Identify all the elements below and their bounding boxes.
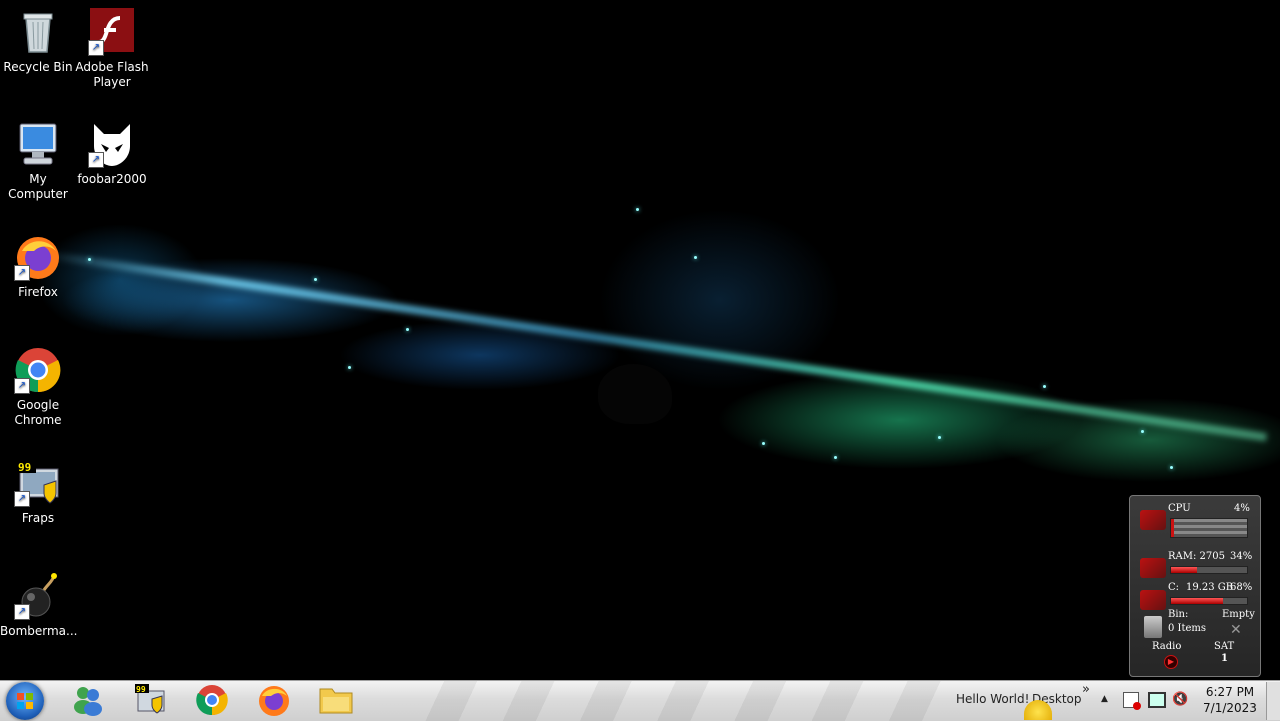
shortcut-arrow-icon: ↗ xyxy=(14,491,30,507)
desktop-icon-my-computer[interactable]: My Computer xyxy=(0,120,76,202)
show-desktop-button[interactable] xyxy=(1266,682,1280,720)
disk-fill xyxy=(1171,598,1223,604)
bin-status: Empty xyxy=(1222,609,1255,620)
cpu-icon xyxy=(1140,510,1166,530)
cpu-value: 4% xyxy=(1234,503,1250,514)
star xyxy=(1043,385,1046,388)
desktop-icon-firefox[interactable]: ↗ Firefox xyxy=(0,233,76,300)
desktop-icon-google-chrome[interactable]: ↗ Google Chrome xyxy=(0,346,76,428)
desktop-icon-bomberman[interactable]: ↗ Bomberma... xyxy=(0,572,78,639)
cpu-graph xyxy=(1170,518,1248,538)
star xyxy=(1141,430,1144,433)
empty-bin-icon[interactable]: ✕ xyxy=(1230,622,1242,638)
volume-muted-icon[interactable]: 🔇 xyxy=(1172,692,1188,707)
desktop-icon-label: Bomberma... xyxy=(0,624,78,638)
desktop-icon-label: Fraps xyxy=(21,511,55,525)
chrome-icon: ↗ xyxy=(14,346,62,394)
svg-text:99: 99 xyxy=(18,461,31,474)
windows-logo-icon xyxy=(17,693,33,709)
taskbar-firefox-button[interactable] xyxy=(254,683,294,717)
chrome-icon xyxy=(196,685,228,716)
ram-icon xyxy=(1140,558,1166,578)
foobar-icon: ↗ xyxy=(88,120,136,168)
folder-icon xyxy=(319,688,353,714)
recycle-bin-icon xyxy=(1144,616,1162,638)
flash-player-icon: ↗ xyxy=(88,8,136,56)
shortcut-arrow-icon: ↗ xyxy=(14,378,30,394)
network-icon[interactable] xyxy=(1148,692,1166,708)
action-center-icon[interactable] xyxy=(1123,692,1141,710)
desktop-icon-recycle-bin[interactable]: Recycle Bin xyxy=(0,8,76,75)
desktop-icon-label-2: Player xyxy=(93,75,131,89)
star xyxy=(88,258,91,261)
desktop-icon-label: Google xyxy=(16,398,60,412)
taskbar-clock[interactable]: 6:27 PM 7/1/2023 xyxy=(1200,684,1260,716)
desktop-icon-label: Adobe Flash xyxy=(75,60,149,74)
disk-icon xyxy=(1140,590,1166,610)
star xyxy=(762,442,765,445)
taskbar-chrome-button[interactable] xyxy=(192,683,232,717)
date-number: 1 xyxy=(1221,653,1228,664)
hello-world-toolbar[interactable]: Hello World! xyxy=(956,692,1029,706)
start-button[interactable] xyxy=(6,682,44,720)
ram-label: RAM: 2705 xyxy=(1168,551,1225,562)
day-label: SAT xyxy=(1214,641,1235,652)
clock-time: 6:27 PM xyxy=(1205,685,1255,699)
desktop-icon-label: foobar2000 xyxy=(77,172,147,186)
desktop-icon-flash-player[interactable]: ↗ Adobe Flash Player xyxy=(74,8,150,90)
desktop-icon-label: Recycle Bin xyxy=(3,60,73,74)
shortcut-arrow-icon: ↗ xyxy=(88,152,104,168)
disk-size: 19.23 GB xyxy=(1186,582,1234,593)
clock-date: 7/1/2023 xyxy=(1203,701,1257,715)
star xyxy=(1170,466,1173,469)
desktop-icon-fraps[interactable]: 99 ↗ Fraps xyxy=(0,459,76,526)
recycle-bin-icon xyxy=(14,8,62,56)
taskbar-explorer-button[interactable] xyxy=(316,683,356,717)
svg-text:99: 99 xyxy=(136,685,146,694)
cpu-label: CPU xyxy=(1168,503,1191,514)
ram-value: 34% xyxy=(1230,551,1253,562)
disk-label: C: xyxy=(1168,582,1180,593)
shortcut-arrow-icon: ↗ xyxy=(14,265,30,281)
taskbar-messenger-button[interactable] xyxy=(68,683,108,717)
ram-fill xyxy=(1171,567,1197,573)
star xyxy=(938,436,941,439)
firefox-icon xyxy=(259,686,289,716)
shortcut-arrow-icon: ↗ xyxy=(88,40,104,56)
radio-label: Radio xyxy=(1152,641,1182,652)
fraps-icon: 99 ↗ xyxy=(14,459,62,507)
smiley-icon xyxy=(1024,700,1052,720)
desktop-icon-foobar2000[interactable]: ↗ foobar2000 xyxy=(74,120,150,187)
firefox-icon: ↗ xyxy=(14,233,62,281)
desktop-icon-label: My xyxy=(29,172,47,186)
show-hidden-icons-icon[interactable]: ▲ xyxy=(1101,694,1108,704)
disk-value: 68% xyxy=(1230,582,1253,593)
fraps-icon: 99 xyxy=(135,684,165,714)
star xyxy=(834,456,837,459)
cpu-fill xyxy=(1171,519,1175,537)
bin-items: 0 Items xyxy=(1168,623,1207,634)
messenger-icon xyxy=(74,687,102,716)
desktop-icon-label: Firefox xyxy=(18,285,58,299)
star xyxy=(406,328,409,331)
play-icon[interactable]: ▶ xyxy=(1164,655,1178,669)
star xyxy=(348,366,351,369)
taskbar-fraps-button[interactable]: 99 xyxy=(130,683,170,717)
horsehead-nebula xyxy=(598,364,672,424)
disk-bar xyxy=(1170,597,1248,605)
bomb-icon: ↗ xyxy=(14,572,62,620)
star xyxy=(314,278,317,281)
shortcut-arrow-icon: ↗ xyxy=(14,604,30,620)
desktop-icon-label-2: Computer xyxy=(8,187,68,201)
ram-bar xyxy=(1170,566,1248,574)
desktop-icon-label-2: Chrome xyxy=(14,413,62,427)
bin-label: Bin: xyxy=(1168,609,1189,620)
system-monitor-gadget[interactable]: CPU 4% RAM: 2705 34% C: 19.23 GB 68% Bin… xyxy=(1129,495,1261,677)
toolbar-chevron-icon[interactable]: » xyxy=(1082,682,1090,697)
star xyxy=(636,208,639,211)
taskbar-texture xyxy=(400,681,960,721)
computer-icon xyxy=(14,120,62,168)
star xyxy=(694,256,697,259)
